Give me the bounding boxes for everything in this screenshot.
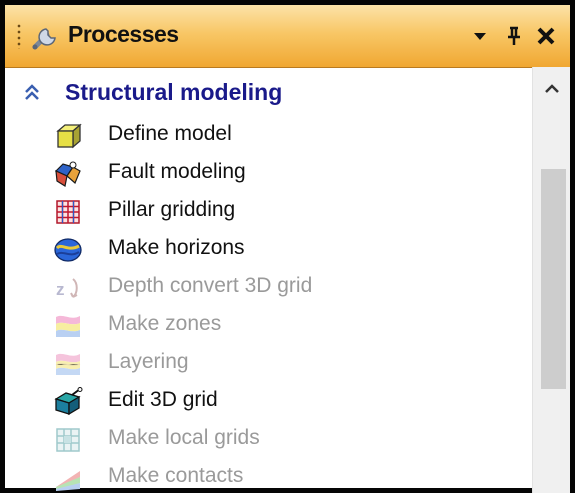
processes-panel: Processes Structural modeling Define mod… xyxy=(0,0,575,493)
process-item-label: Make horizons xyxy=(108,236,245,259)
process-item-pillar-gridding[interactable]: Pillar gridding xyxy=(5,193,525,231)
process-item-depth-convert-3d-grid: z Depth convert 3D grid xyxy=(5,269,525,307)
panel-titlebar[interactable]: Processes xyxy=(5,5,570,68)
process-item-make-contacts: Make contacts xyxy=(5,459,525,493)
process-item-make-zones: Make zones xyxy=(5,307,525,345)
process-item-label: Fault modeling xyxy=(108,160,246,183)
process-item-label: Pillar gridding xyxy=(108,198,236,221)
layering-icon xyxy=(55,353,81,375)
horizons-icon xyxy=(54,238,82,262)
edit-grid-icon xyxy=(54,387,83,416)
process-item-fault-modeling[interactable]: Fault modeling xyxy=(5,155,525,193)
process-item-label: Define model xyxy=(108,122,232,145)
local-grid-icon xyxy=(56,428,80,452)
process-tree: Structural modeling Define model Fault m… xyxy=(5,67,570,493)
pin-icon[interactable] xyxy=(501,23,527,49)
contacts-icon xyxy=(56,471,80,491)
cube-icon xyxy=(56,123,82,149)
pillar-grid-icon xyxy=(56,200,80,224)
process-item-label: Make local grids xyxy=(108,426,260,449)
process-item-make-horizons[interactable]: Make horizons xyxy=(5,231,525,269)
process-item-label: Edit 3D grid xyxy=(108,388,218,411)
group-title: Structural modeling xyxy=(65,79,283,105)
close-icon[interactable] xyxy=(533,23,559,49)
dropdown-arrow-icon[interactable] xyxy=(467,23,493,49)
zones-icon xyxy=(56,315,80,337)
process-item-layering: Layering xyxy=(5,345,525,383)
group-structural-modeling[interactable]: Structural modeling xyxy=(5,77,525,111)
scrollbar-thumb[interactable] xyxy=(541,169,566,389)
panel-title: Processes xyxy=(68,21,179,47)
vertical-scrollbar[interactable] xyxy=(532,67,570,493)
process-item-edit-3d-grid[interactable]: Edit 3D grid xyxy=(5,383,525,421)
process-item-label: Make zones xyxy=(108,312,222,335)
svg-text:z: z xyxy=(56,280,65,299)
double-chevron-up-icon[interactable] xyxy=(22,83,42,103)
process-item-make-local-grids: Make local grids xyxy=(5,421,525,459)
fault-modeling-icon xyxy=(54,161,81,187)
process-item-label: Layering xyxy=(108,350,189,373)
depth-convert-icon: z xyxy=(56,278,78,299)
scroll-up-arrow-icon[interactable] xyxy=(542,79,562,99)
process-item-define-model[interactable]: Define model xyxy=(5,117,525,155)
process-item-label: Make contacts xyxy=(108,464,244,487)
wrench-icon xyxy=(32,28,56,50)
process-item-label: Depth convert 3D grid xyxy=(108,274,313,297)
drag-grip-icon[interactable] xyxy=(17,23,21,49)
